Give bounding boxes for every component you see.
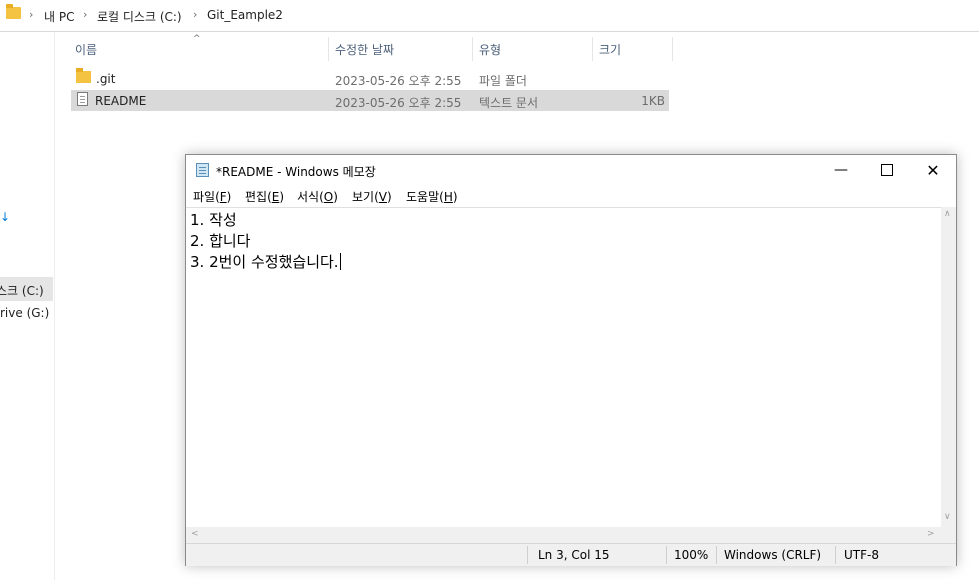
file-type: 파일 폴더: [479, 74, 527, 88]
status-line-ending: Windows (CRLF): [724, 548, 822, 562]
column-header-type[interactable]: 유형: [479, 41, 501, 58]
chevron-right-icon: ›: [83, 8, 88, 21]
menu-help[interactable]: 도움말(H): [406, 188, 458, 205]
column-divider[interactable]: [472, 37, 473, 61]
file-type: 텍스트 문서: [479, 96, 539, 110]
scroll-up-icon[interactable]: ∧: [944, 209, 951, 219]
close-icon: ✕: [926, 160, 940, 180]
minimize-button[interactable]: —: [818, 155, 864, 185]
editor-line: 1. 작성: [190, 211, 237, 229]
status-divider: [835, 546, 836, 564]
breadcrumb-local-disk[interactable]: 로컬 디스크 (C:): [97, 8, 182, 25]
scrollbar-corner: [941, 527, 956, 543]
nav-item-drive-c[interactable]: 스크 (C:): [0, 282, 44, 299]
file-modified: 2023-05-26 오후 2:55: [335, 96, 462, 110]
column-divider[interactable]: [592, 37, 593, 61]
column-divider[interactable]: [328, 37, 329, 61]
chevron-right-icon: ›: [193, 8, 198, 21]
status-divider: [716, 546, 717, 564]
text-editor[interactable]: 1. 작성 2. 합니다 3. 2번이 수정했습니다.: [186, 207, 941, 528]
chevron-right-icon: ›: [29, 8, 34, 21]
editor-line-current: 3. 2번이 수정했습니다.: [190, 253, 341, 271]
folder-icon: [6, 4, 21, 19]
nav-item-drive-g[interactable]: rive (G:): [0, 306, 49, 320]
status-divider: [527, 546, 528, 564]
notepad-icon: [196, 163, 209, 177]
menu-view[interactable]: 보기(V): [352, 188, 392, 205]
horizontal-scrollbar[interactable]: < >: [186, 527, 941, 543]
close-button[interactable]: ✕: [910, 155, 956, 185]
scroll-left-icon[interactable]: <: [191, 529, 199, 539]
title-bar[interactable]: *README - Windows 메모장 — ✕: [186, 155, 956, 185]
folder-icon: [76, 68, 91, 83]
text-file-icon: [77, 92, 88, 106]
scroll-down-icon[interactable]: ∨: [944, 512, 951, 522]
column-header-size[interactable]: 크기: [599, 41, 621, 58]
status-position: Ln 3, Col 15: [538, 548, 610, 562]
editor-line: 2. 합니다: [190, 232, 251, 250]
file-size: 1KB: [641, 94, 665, 108]
menu-edit[interactable]: 편집(E): [245, 188, 284, 205]
status-zoom: 100%: [674, 548, 709, 562]
status-divider: [666, 546, 667, 564]
text-caret: [339, 253, 341, 270]
minimize-icon: —: [834, 162, 848, 178]
menu-file[interactable]: 파일(F): [193, 188, 231, 205]
vertical-scrollbar[interactable]: ∧ ∨: [941, 207, 956, 527]
nav-pin-marker: ↓: [0, 210, 11, 224]
file-modified: 2023-05-26 오후 2:55: [335, 74, 462, 88]
status-bar: Ln 3, Col 15 100% Windows (CRLF) UTF-8: [186, 543, 956, 566]
column-header-modified[interactable]: 수정한 날짜: [335, 41, 394, 58]
sort-ascending-icon: ^: [193, 34, 201, 44]
maximize-icon: [881, 164, 893, 176]
column-divider[interactable]: [672, 37, 673, 61]
breadcrumb-current-folder[interactable]: Git_Eample2: [207, 8, 283, 22]
status-encoding: UTF-8: [844, 548, 879, 562]
scroll-right-icon[interactable]: >: [927, 529, 935, 539]
file-name[interactable]: .git: [96, 72, 115, 86]
breadcrumb-this-pc[interactable]: 내 PC: [44, 8, 74, 25]
maximize-button[interactable]: [864, 155, 910, 185]
window-title: *README - Windows 메모장: [216, 165, 376, 179]
menu-bar: 파일(F) 편집(E) 서식(O) 보기(V) 도움말(H): [186, 185, 956, 207]
menu-format[interactable]: 서식(O): [297, 188, 338, 205]
notepad-window[interactable]: *README - Windows 메모장 — ✕ 파일(F) 편집(E) 서식…: [185, 154, 957, 566]
file-name[interactable]: README: [95, 94, 146, 108]
column-header-name[interactable]: 이름: [75, 41, 97, 58]
